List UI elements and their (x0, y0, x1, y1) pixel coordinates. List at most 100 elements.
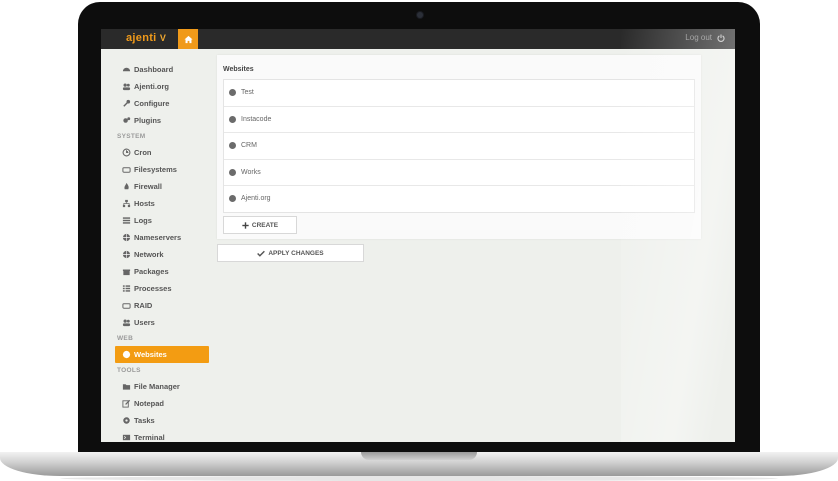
laptop-shadow (60, 476, 778, 481)
sidebar-item-users[interactable]: Users (115, 314, 209, 331)
top-bar: ajenti V Log out (101, 29, 735, 49)
sidebar-item-label: File Manager (134, 382, 180, 391)
globe-icon (229, 195, 236, 203)
globe-icon (229, 142, 236, 150)
sidebar-item-hosts[interactable]: Hosts (115, 195, 209, 212)
globe-icon (122, 250, 131, 259)
sidebar-item-label: Packages (134, 267, 169, 276)
sidebar-item-network[interactable]: Network (115, 246, 209, 263)
globe-icon (229, 168, 236, 176)
sidebar-item-label: Filesystems (134, 165, 177, 174)
clock-icon (122, 148, 131, 157)
sidebar-item-label: Notepad (134, 399, 164, 408)
logout-button[interactable]: Log out (685, 33, 725, 42)
globe-icon (122, 233, 131, 242)
globe-icon (229, 115, 236, 123)
home-icon (183, 35, 193, 43)
sidebar-section-title: TOOLS (117, 367, 141, 374)
th-list-icon (122, 284, 131, 293)
laptop-notch (361, 452, 477, 460)
globe-icon (229, 89, 236, 97)
website-name: Ajenti.org (241, 195, 271, 203)
logo-text: ajenti (126, 32, 157, 44)
cogs-icon (122, 116, 131, 125)
sidebar-item-label: RAID (134, 301, 153, 310)
sidebar-item-configure[interactable]: Configure (115, 95, 209, 112)
sidebar-item-firewall[interactable]: Firewall (115, 178, 209, 195)
sidebar-item-label: Logs (134, 216, 152, 225)
hdd-icon (122, 301, 131, 310)
hdd-icon (122, 165, 131, 174)
terminal-icon (122, 433, 131, 442)
sidebar-item-label: Processes (134, 284, 172, 293)
create-button[interactable]: CREATE (223, 216, 297, 234)
website-name: Works (241, 168, 261, 176)
folder-icon (122, 382, 131, 391)
list-item[interactable]: Instacode (224, 107, 694, 133)
list-icon (122, 216, 131, 225)
website-name: CRM (241, 142, 257, 150)
sidebar-item-cron[interactable]: Cron (115, 144, 209, 161)
plus-icon (242, 221, 249, 229)
sidebar-item-label: Configure (134, 99, 170, 108)
sidebar-item-label: Cron (134, 148, 152, 157)
sidebar-item-label: Websites (134, 350, 167, 359)
power-icon (717, 33, 725, 42)
websites-panel: Websites Test Instacode CRM Works Ajenti.org (217, 55, 701, 239)
sidebar-item-nameservers[interactable]: Nameservers (115, 229, 209, 246)
wrench-icon (122, 99, 131, 108)
users-icon (122, 318, 131, 327)
sidebar-item-dashboard[interactable]: Dashboard (115, 61, 209, 78)
sidebar-item-label: Dashboard (134, 65, 174, 74)
sidebar-item-label: Ajenti.org (134, 82, 169, 91)
sidebar-item-label: Terminal (134, 433, 165, 442)
apply-label: APPLY CHANGES (268, 249, 324, 257)
sidebar-item-label: Firewall (134, 182, 162, 191)
gift-icon (122, 267, 131, 276)
websites-list: Test Instacode CRM Works Ajenti.org (223, 79, 695, 213)
sidebar-item-label: Tasks (134, 416, 155, 425)
sidebar-section-title: SYSTEM (117, 133, 146, 140)
fire-icon (122, 182, 131, 191)
website-name: Instacode (241, 115, 272, 123)
sidebar-item-label: Nameservers (134, 233, 182, 242)
create-label: CREATE (251, 221, 279, 229)
sidebar-item-processes[interactable]: Processes (115, 280, 209, 297)
sidebar-item-label: Plugins (134, 116, 162, 125)
sidebar-item-label: Hosts (134, 199, 155, 208)
sidebar-item-logs[interactable]: Logs (115, 212, 209, 229)
home-button[interactable] (178, 29, 198, 49)
logout-label: Log out (685, 33, 712, 42)
list-item[interactable]: Works (224, 160, 694, 186)
sitemap-icon (122, 199, 131, 208)
list-item[interactable]: CRM (224, 133, 694, 160)
sidebar-section-title: WEB (117, 335, 134, 342)
list-item[interactable]: Test (224, 80, 694, 107)
sidebar-item-file-manager[interactable]: File Manager (115, 378, 209, 395)
sidebar-item-notepad[interactable]: Notepad (115, 395, 209, 412)
sidebar: Dashboard Ajenti.org Configure Plugins SYSTE… (115, 61, 209, 442)
dashboard-icon (122, 65, 131, 74)
users-icon (122, 82, 131, 91)
screen: ajenti V Log out Dashboard Ajenti.org Conf… (101, 29, 735, 442)
sidebar-item-raid[interactable]: RAID (115, 297, 209, 314)
check-icon (257, 250, 266, 257)
edit-icon (122, 399, 131, 408)
globe-icon (122, 350, 131, 359)
website-name: Test (241, 89, 254, 97)
sidebar-item-tasks[interactable]: Tasks (115, 412, 209, 429)
ajenti-logo[interactable]: ajenti V (126, 32, 166, 44)
apply-changes-button[interactable]: APPLY CHANGES (217, 244, 364, 262)
list-item[interactable]: Ajenti.org (224, 186, 694, 212)
sidebar-item-label: Users (134, 318, 155, 327)
sidebar-item-label: Network (134, 250, 164, 259)
sidebar-item-websites[interactable]: Websites (115, 346, 209, 363)
sidebar-item-packages[interactable]: Packages (115, 263, 209, 280)
sidebar-item-ajenti-org[interactable]: Ajenti.org (115, 78, 209, 95)
sidebar-item-filesystems[interactable]: Filesystems (115, 161, 209, 178)
logo-version: V (159, 33, 167, 43)
sidebar-item-plugins[interactable]: Plugins (115, 112, 209, 129)
camera-icon (417, 12, 423, 18)
sidebar-item-terminal[interactable]: Terminal (115, 429, 209, 442)
cog-icon (122, 416, 131, 425)
